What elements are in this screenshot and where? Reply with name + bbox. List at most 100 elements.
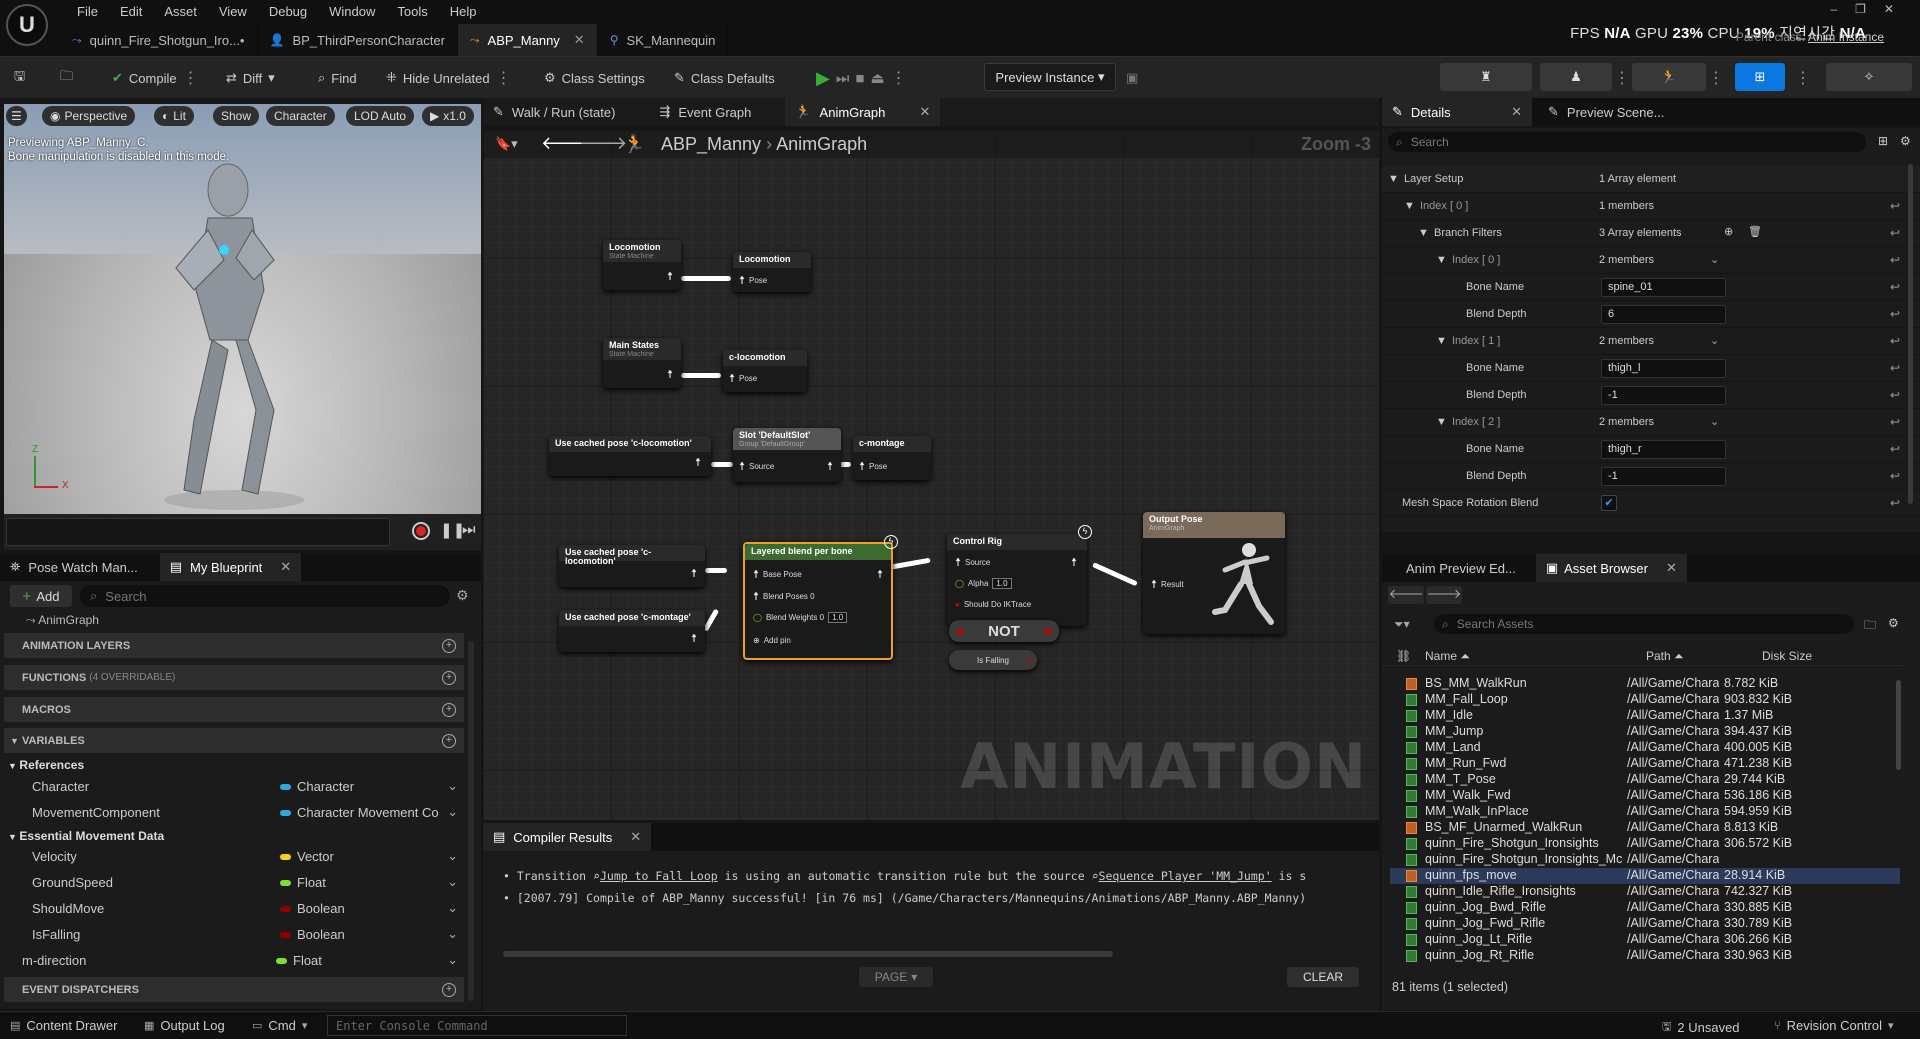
- variable-row[interactable]: m-direction Float ⌄: [0, 949, 468, 973]
- tab-preview-scene[interactable]: ✎ Preview Scene...: [1538, 98, 1674, 126]
- section-variables[interactable]: ▼ VARIABLES +: [4, 728, 464, 753]
- node-use-cached-c-montage[interactable]: Use cached pose 'c-montage' ☨: [559, 610, 705, 652]
- output-pose-pin[interactable]: ☨: [667, 270, 673, 283]
- node-layered-blend-per-bone[interactable]: Layered blend per bone ☨ Base Pose ☨ Blend…: [743, 542, 893, 660]
- detail-row[interactable]: ▼ Index [ 1 ] 2 members ⌄ ↩: [1382, 328, 1920, 355]
- node-save-cached-c-locomotion[interactable]: c-locomotion ☨ Pose: [723, 350, 807, 392]
- chevron-icon[interactable]: ⌄: [447, 926, 458, 942]
- mesh-space-rotation-checkbox[interactable]: ✔: [1601, 495, 1617, 511]
- menu-window[interactable]: Window: [318, 3, 386, 21]
- chevron-down-icon[interactable]: ⌄: [1710, 253, 1719, 266]
- result-pin[interactable]: ☨ Result: [1151, 578, 1184, 591]
- preview-viewport[interactable]: ☰ ◉ Perspective ◐ Lit Show Character LOD A…: [4, 104, 481, 514]
- menu-file[interactable]: File: [66, 3, 109, 21]
- playback-speed-button[interactable]: ▶ x1.0: [422, 106, 474, 126]
- asset-row[interactable]: MM_Jump/All/Game/Charact 394.437 KiB: [1390, 724, 1900, 740]
- add-macro-icon[interactable]: +: [442, 702, 456, 717]
- chevron-icon[interactable]: ⌄: [447, 848, 458, 864]
- show-button[interactable]: Show: [213, 106, 260, 126]
- scrollbar[interactable]: [1896, 680, 1901, 770]
- detail-row[interactable]: ▼ Index [ 0 ] 2 members ⌄ ↩: [1382, 247, 1920, 274]
- blueprint-mode-button[interactable]: ⊞: [1735, 63, 1785, 91]
- parent-class-link[interactable]: Anim Instance: [1808, 30, 1884, 44]
- detail-row[interactable]: Bone Name thigh_r ↩: [1382, 436, 1920, 463]
- settings-gear-icon[interactable]: ⚙: [1900, 134, 1911, 148]
- section-macros[interactable]: MACROS +: [4, 697, 464, 722]
- tab-abp-manny[interactable]: ⤳ ABP_Manny ✕: [457, 24, 598, 56]
- lit-button[interactable]: ◐ Lit: [154, 106, 194, 126]
- asset-row[interactable]: quinn_Jog_Rt_Rifle/All/Game/Charact 330.9…: [1390, 948, 1900, 964]
- reset-icon[interactable]: ↩: [1890, 226, 1900, 240]
- asset-row[interactable]: quinn_Jog_Lt_Rifle/All/Game/Charact 306.2…: [1390, 932, 1900, 948]
- viewport-menu-button[interactable]: ☰: [6, 106, 27, 126]
- unreal-logo-icon[interactable]: U: [6, 4, 48, 46]
- chevron-icon[interactable]: ⌄: [447, 804, 458, 820]
- tree-animgraph[interactable]: ⤳ AnimGraph: [26, 613, 99, 628]
- revision-control-button[interactable]: ⑂ Revision Control ▾: [1774, 1018, 1894, 1033]
- scrollbar[interactable]: [1908, 164, 1913, 504]
- node-use-cached-c-locomotion-2[interactable]: Use cached pose 'c-locomotion' ☨: [559, 545, 705, 587]
- reset-icon[interactable]: ↩: [1890, 496, 1900, 510]
- asset-row[interactable]: quinn_Idle_Rifle_Ironsights/All/Game/Cha…: [1390, 884, 1900, 900]
- tab-pose-watch[interactable]: ⛯ Pose Watch Man...: [0, 553, 148, 581]
- node-use-cached-c-locomotion[interactable]: Use cached pose 'c-locomotion' ☨: [549, 436, 711, 476]
- detail-row[interactable]: Bone Name spine_01 ↩: [1382, 274, 1920, 301]
- group-essential-movement[interactable]: ▼ Essential Movement Data: [8, 829, 164, 843]
- settings-gear-icon[interactable]: ⚙: [1888, 616, 1899, 630]
- search-input[interactable]: ⌕ Search: [80, 585, 450, 607]
- asset-row[interactable]: quinn_fps_move/All/Game/Charact 28.914 Ki…: [1390, 868, 1900, 884]
- asset-search-input[interactable]: ⌕ Search Assets: [1434, 614, 1854, 634]
- alpha-pin[interactable]: ◯ Alpha 1.0: [955, 578, 1012, 589]
- add-layer-icon[interactable]: +: [442, 638, 456, 653]
- diff-button[interactable]: ⇄ Diff ▾: [226, 65, 275, 91]
- forward-arrow-icon[interactable]: 🡒: [1426, 586, 1462, 604]
- menu-debug[interactable]: Debug: [258, 3, 318, 21]
- class-settings-button[interactable]: ⚙ Class Settings: [544, 65, 645, 91]
- breadcrumb-root[interactable]: ABP_Manny: [661, 134, 761, 154]
- reset-icon[interactable]: ↩: [1890, 361, 1900, 375]
- menu-asset[interactable]: Asset: [153, 3, 208, 21]
- add-pin-button[interactable]: ⊕ Add pin: [753, 636, 791, 645]
- section-animation-layers[interactable]: ANIMATION LAYERS +: [4, 633, 464, 658]
- source-pin[interactable]: ☨ Source: [955, 556, 990, 569]
- menu-view[interactable]: View: [208, 3, 258, 21]
- detail-row[interactable]: Bone Name thigh_l ↩: [1382, 355, 1920, 382]
- debug-filter-icon[interactable]: ▣: [1126, 65, 1138, 91]
- horizontal-scrollbar[interactable]: [503, 951, 1113, 957]
- chevron-icon[interactable]: ⌄: [447, 778, 458, 794]
- detail-row[interactable]: ▼ Branch Filters 3 Array elements ⊕ 🗑 ↩: [1382, 220, 1920, 247]
- node-not[interactable]: ◀ NOT ▶: [949, 620, 1059, 642]
- detail-row[interactable]: Mesh Space Rotation Blend ✔ ↩: [1382, 490, 1920, 517]
- output-pose-pin[interactable]: ☨: [695, 456, 701, 469]
- stop-icon[interactable]: ■: [855, 70, 864, 87]
- input-pose-pin[interactable]: ☨ Pose: [739, 274, 767, 287]
- window-controls[interactable]: –❐✕: [1831, 2, 1913, 16]
- should-do-iktrace-pin[interactable]: ● Should Do IKTrace: [955, 600, 1031, 609]
- node-locomotion-state-machine[interactable]: Locomotion State Machine ☨: [603, 240, 681, 290]
- output-pose-pin[interactable]: ☨: [667, 368, 673, 381]
- node-main-states-state-machine[interactable]: Main States State Machine ☨: [603, 338, 681, 388]
- bookmark-icon[interactable]: 🔖▾: [495, 136, 518, 152]
- scrollbar[interactable]: [468, 641, 474, 1001]
- variable-row[interactable]: Velocity Vector ⌄: [0, 845, 468, 869]
- detail-row[interactable]: ▼ Layer Setup 1 Array element: [1382, 166, 1920, 193]
- close-icon[interactable]: ✕: [280, 559, 291, 575]
- folder-icon[interactable]: 🗀: [1864, 616, 1876, 637]
- mode-menu-2[interactable]: ⋮: [1708, 65, 1724, 91]
- reset-icon[interactable]: ↩: [1890, 388, 1900, 402]
- menu-tools[interactable]: Tools: [386, 3, 438, 21]
- cmd-dropdown[interactable]: ▭ Cmd ▾: [252, 1018, 307, 1033]
- asset-row[interactable]: MM_Land/All/Game/Charact 400.005 KiB: [1390, 740, 1900, 756]
- node-is-falling[interactable]: Is Falling ●: [949, 650, 1037, 670]
- variable-row[interactable]: Character Character ⌄: [0, 775, 468, 799]
- anim-graph-canvas[interactable]: 🔖▾ 🡐 🡒 🏃 ABP_Manny › AnimGraph Zoom -3 A…: [483, 130, 1379, 820]
- reset-icon[interactable]: ↩: [1890, 442, 1900, 456]
- chevron-icon[interactable]: ⌄: [447, 900, 458, 916]
- close-icon[interactable]: ✕: [630, 829, 641, 845]
- reset-icon[interactable]: ↩: [1890, 280, 1900, 294]
- reset-icon[interactable]: ↩: [1890, 253, 1900, 267]
- node-save-cached-locomotion[interactable]: Locomotion ☨ Pose: [733, 252, 811, 292]
- asset-row[interactable]: BS_MM_WalkRun/All/Game/Charact 8.782 KiB: [1390, 676, 1900, 692]
- lod-button[interactable]: LOD Auto: [346, 106, 415, 126]
- bone-name-field[interactable]: thigh_r: [1601, 440, 1726, 459]
